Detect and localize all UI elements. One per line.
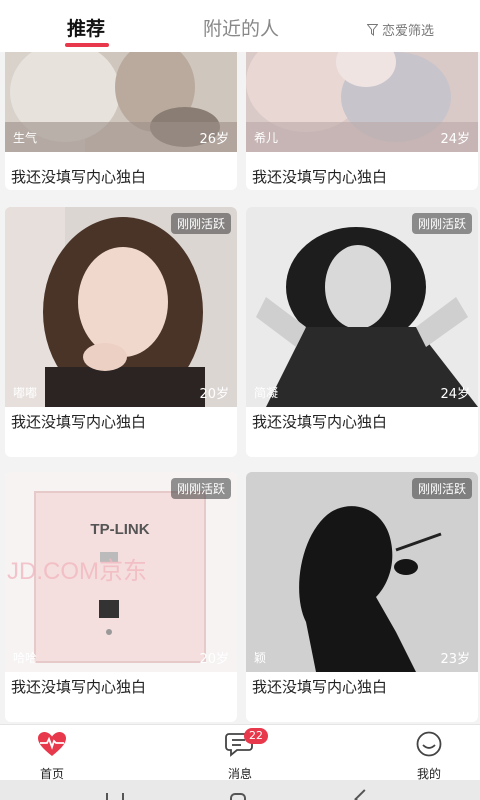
photo-watermark-text: JD.COM京东 bbox=[7, 558, 147, 585]
smiley-icon bbox=[415, 731, 443, 761]
tab-nearby[interactable]: 附近的人 bbox=[203, 14, 279, 41]
active-badge: 刚刚活跃 bbox=[411, 478, 472, 499]
user-bio: 我还没填写内心独白 bbox=[252, 678, 388, 696]
bottom-nav: 首页 22 消息 我的 bbox=[0, 724, 480, 782]
user-photo: 生气 26岁 bbox=[5, 52, 237, 152]
user-age: 24岁 bbox=[440, 132, 470, 147]
heart-pulse-icon bbox=[37, 732, 67, 761]
nav-home[interactable]: 首页 bbox=[22, 731, 82, 782]
love-filter-button[interactable]: 恋爱筛选 bbox=[366, 20, 434, 39]
user-bio: 我还没填写内心独白 bbox=[11, 678, 147, 696]
user-age: 26岁 bbox=[199, 132, 229, 147]
user-nickname: 嘟嘟 bbox=[13, 386, 38, 400]
user-nickname: 希儿 bbox=[254, 131, 279, 145]
user-photo: TP-LINK JD.COM京东 刚刚活跃 哈哈 20岁 bbox=[5, 472, 237, 672]
user-nickname: 哈哈 bbox=[13, 651, 38, 665]
user-card[interactable]: 刚刚活跃 简凝 24岁 我还没填写内心独白 bbox=[246, 207, 478, 457]
chat-bubble-icon bbox=[225, 733, 255, 761]
tab-recommend[interactable]: 推荐 bbox=[67, 14, 105, 41]
active-badge: 刚刚活跃 bbox=[411, 213, 472, 234]
user-card[interactable]: TP-LINK JD.COM京东 刚刚活跃 哈哈 20岁 我还没填写内心独白 bbox=[5, 472, 237, 722]
filter-icon bbox=[366, 23, 378, 36]
user-bio: 我还没填写内心独白 bbox=[11, 168, 147, 186]
active-badge: 刚刚活跃 bbox=[170, 478, 231, 499]
top-tab-bar: 推荐 附近的人 恋爱筛选 bbox=[0, 0, 480, 52]
user-nickname: 颖 bbox=[254, 651, 267, 665]
filter-label: 恋爱筛选 bbox=[381, 24, 434, 39]
nav-messages[interactable]: 22 消息 bbox=[210, 728, 270, 782]
user-bio: 我还没填写内心独白 bbox=[252, 413, 388, 431]
user-age: 24岁 bbox=[440, 387, 470, 402]
photo-brand-text: TP-LINK bbox=[90, 521, 149, 538]
back-key-icon[interactable] bbox=[354, 789, 370, 800]
user-nickname: 生气 bbox=[13, 131, 38, 145]
user-card[interactable]: 刚刚活跃 嘟嘟 20岁 我还没填写内心独白 bbox=[5, 207, 237, 457]
user-card[interactable]: 希儿 24岁 我还没填写内心独白 bbox=[246, 52, 478, 190]
user-card[interactable]: 生气 26岁 我还没填写内心独白 bbox=[5, 52, 237, 190]
unread-count-badge: 22 bbox=[244, 728, 268, 744]
active-tab-indicator bbox=[65, 43, 109, 47]
user-age: 20岁 bbox=[199, 652, 229, 667]
user-photo: 刚刚活跃 简凝 24岁 bbox=[246, 207, 478, 407]
active-badge: 刚刚活跃 bbox=[170, 213, 231, 234]
user-age: 20岁 bbox=[199, 387, 229, 402]
user-age: 23岁 bbox=[440, 652, 470, 667]
nav-profile[interactable]: 我的 bbox=[399, 731, 459, 782]
user-bio: 我还没填写内心独白 bbox=[252, 168, 388, 186]
user-nickname: 简凝 bbox=[254, 386, 279, 400]
system-nav-bar bbox=[0, 780, 480, 800]
recents-key-icon[interactable] bbox=[106, 793, 124, 800]
user-photo: 刚刚活跃 颖 23岁 bbox=[246, 472, 478, 672]
user-bio: 我还没填写内心独白 bbox=[11, 413, 147, 431]
user-photo: 希儿 24岁 bbox=[246, 52, 478, 152]
home-key-icon[interactable] bbox=[230, 793, 246, 800]
user-photo: 刚刚活跃 嘟嘟 20岁 bbox=[5, 207, 237, 407]
user-card[interactable]: 刚刚活跃 颖 23岁 我还没填写内心独白 bbox=[246, 472, 478, 722]
user-grid: 生气 26岁 我还没填写内心独白 希儿 24岁 我还没填写内心独白 刚刚活跃 嘟… bbox=[0, 52, 480, 724]
